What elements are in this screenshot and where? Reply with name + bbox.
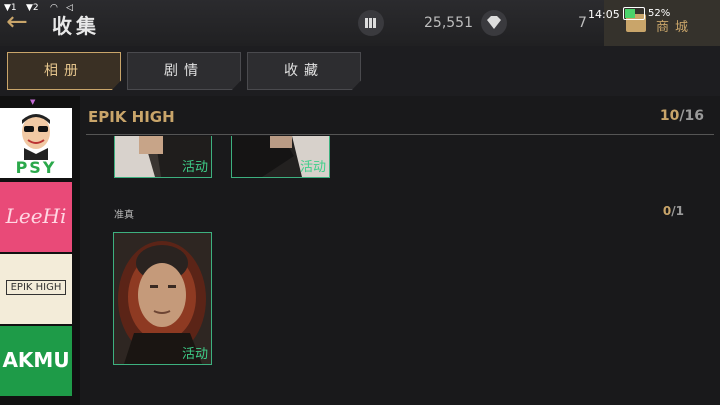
divider	[86, 134, 714, 135]
tab-bar: 相册 剧情 收藏	[0, 46, 720, 96]
photo-card[interactable]: 活动	[113, 232, 212, 365]
event-badge: 活动	[181, 160, 208, 175]
group-title: EPIK HIGH	[88, 108, 175, 126]
diamond-icon[interactable]	[481, 10, 507, 36]
artist-label-akmu: AKMU	[2, 348, 70, 372]
artist-label-psy: PSY	[15, 158, 57, 177]
battery-percent: 52%	[648, 8, 671, 19]
diamond-count: 7	[578, 15, 587, 31]
artist-label-epikhigh: EPIK HIGH	[6, 280, 66, 295]
member-label: 准真	[114, 210, 134, 221]
artist-label-leehi: LeeHi	[5, 204, 67, 228]
tab-favorites[interactable]: 收藏	[247, 52, 361, 90]
battery-icon	[623, 7, 645, 20]
artist-tab-akmu[interactable]: AKMU	[0, 326, 72, 396]
member-count: 0/1	[663, 204, 684, 218]
tab-album[interactable]: 相册	[7, 52, 121, 90]
page-title: 收集	[52, 14, 100, 38]
event-badge: 活动	[299, 160, 326, 175]
event-badge: 活动	[181, 347, 208, 362]
album-content[interactable]: EPIK HIGH 10/16 活动 活动 准真 0/1 活动	[80, 96, 720, 405]
card-count: 25,551	[424, 15, 473, 31]
photo-card[interactable]: 活动	[114, 136, 212, 178]
group-count-current: 10	[659, 108, 680, 124]
photo-card[interactable]: 活动	[231, 136, 330, 178]
tab-story[interactable]: 剧情	[127, 52, 241, 90]
card-pack-icon	[358, 10, 384, 36]
artist-tab-epikhigh[interactable]: EPIK HIGH	[0, 254, 72, 324]
member-count-current: 0	[662, 204, 672, 218]
group-count: 10/16	[660, 108, 704, 124]
member-count-total: /1	[671, 204, 684, 218]
artist-tab-leehi[interactable]: LeeHi	[0, 182, 72, 252]
artist-tab-psy[interactable]: PSY	[0, 108, 72, 178]
artist-sidebar[interactable]: ▼ PSY LeeHi EPIK HIGH AKMU	[0, 96, 80, 405]
status-clock: 14:05	[588, 8, 620, 21]
back-arrow-icon[interactable]: ←	[6, 9, 34, 36]
psy-face-icon	[22, 114, 50, 160]
scroll-up-icon: ▼	[30, 98, 36, 106]
group-count-total: /16	[679, 108, 704, 124]
battery-fill	[625, 9, 636, 18]
shop-button[interactable]: 商城	[604, 0, 720, 46]
top-bar: ▼1 ▼2 ◠ ◁ ← 收集 25,551 7 商城 14:05 52%	[0, 0, 720, 46]
